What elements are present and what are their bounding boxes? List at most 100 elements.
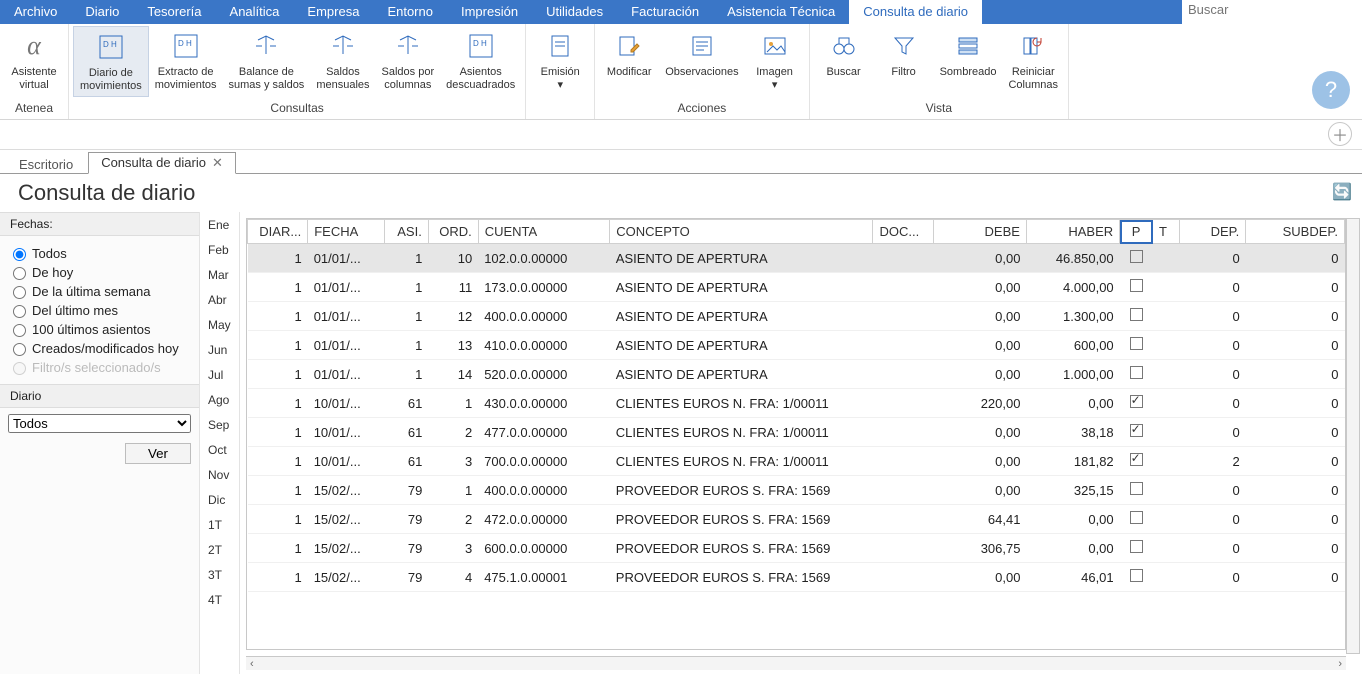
fechas-radio-2[interactable]: De la última semana	[8, 283, 191, 299]
table-row[interactable]: 101/01/...112400.0.0.00000ASIENTO DE APE…	[248, 302, 1345, 331]
scroll-right-arrow-icon[interactable]: ›	[1334, 658, 1346, 670]
checkbox-p[interactable]	[1130, 482, 1143, 495]
ribbon-button-4-3[interactable]: Reiniciar Columnas	[1002, 26, 1064, 95]
menu-item-2[interactable]: Tesorería	[133, 0, 215, 24]
checkbox-p[interactable]	[1130, 395, 1143, 408]
fechas-radio-0[interactable]: Todos	[8, 245, 191, 261]
period-jun[interactable]: Jun	[202, 343, 237, 357]
ribbon-button-4-2[interactable]: Sombreado	[934, 26, 1003, 83]
period-oct[interactable]: Oct	[202, 443, 237, 457]
checkbox-p[interactable]	[1130, 366, 1143, 379]
period-4t[interactable]: 4T	[202, 593, 237, 607]
table-row[interactable]: 110/01/...612477.0.0.00000CLIENTES EUROS…	[248, 418, 1345, 447]
fechas-radio-1[interactable]: De hoy	[8, 264, 191, 280]
checkbox-p[interactable]	[1130, 540, 1143, 553]
data-grid[interactable]: DIAR...FECHAASI.ORD.CUENTACONCEPTODOC...…	[246, 218, 1346, 650]
period-ago[interactable]: Ago	[202, 393, 237, 407]
period-dic[interactable]: Dic	[202, 493, 237, 507]
menu-item-0[interactable]: Archivo	[0, 0, 71, 24]
column-header-3[interactable]: ORD.	[428, 220, 478, 244]
checkbox-p[interactable]	[1130, 337, 1143, 350]
ribbon-button-3-2[interactable]: Imagen ▾	[745, 26, 805, 95]
add-button[interactable]: ＋	[1328, 122, 1352, 146]
ribbon-button-3-1[interactable]: Observaciones	[659, 26, 744, 83]
ribbon-button-4-0[interactable]: Buscar	[814, 26, 874, 83]
table-row[interactable]: 110/01/...611430.0.0.00000CLIENTES EUROS…	[248, 389, 1345, 418]
menu-item-4[interactable]: Empresa	[293, 0, 373, 24]
radio-input[interactable]	[13, 343, 26, 356]
menu-item-1[interactable]: Diario	[71, 0, 133, 24]
period-1t[interactable]: 1T	[202, 518, 237, 532]
checkbox-p[interactable]	[1130, 308, 1143, 321]
help-button[interactable]: ?	[1312, 71, 1350, 109]
radio-input[interactable]	[13, 248, 26, 261]
column-header-0[interactable]: DIAR...	[248, 220, 308, 244]
horizontal-scrollbar[interactable]: ‹ ›	[246, 656, 1346, 670]
period-abr[interactable]: Abr	[202, 293, 237, 307]
radio-input[interactable]	[13, 286, 26, 299]
table-row[interactable]: 101/01/...113410.0.0.00000ASIENTO DE APE…	[248, 331, 1345, 360]
ribbon-button-1-3[interactable]: Saldos mensuales	[310, 26, 375, 95]
table-row[interactable]: 101/01/...114520.0.0.00000ASIENTO DE APE…	[248, 360, 1345, 389]
table-row[interactable]: 110/01/...613700.0.0.00000CLIENTES EUROS…	[248, 447, 1345, 476]
radio-input[interactable]	[13, 305, 26, 318]
vertical-scrollbar[interactable]	[1346, 218, 1360, 654]
ribbon-button-3-0[interactable]: Modificar	[599, 26, 659, 83]
tab-1[interactable]: Consulta de diario✕	[88, 152, 236, 174]
search-input[interactable]	[1186, 1, 1358, 18]
menu-item-6[interactable]: Impresión	[447, 0, 532, 24]
period-3t[interactable]: 3T	[202, 568, 237, 582]
column-header-7[interactable]: DEBE	[933, 220, 1026, 244]
table-row[interactable]: 115/02/...794475.1.0.00001PROVEEDOR EURO…	[248, 563, 1345, 592]
ribbon-button-0-0[interactable]: αAsistente virtual	[4, 26, 64, 95]
refresh-icon[interactable]: 🔄	[1332, 182, 1352, 202]
table-row[interactable]: 115/02/...793600.0.0.00000PROVEEDOR EURO…	[248, 534, 1345, 563]
table-row[interactable]: 115/02/...791400.0.0.00000PROVEEDOR EURO…	[248, 476, 1345, 505]
period-may[interactable]: May	[202, 318, 237, 332]
menu-item-7[interactable]: Utilidades	[532, 0, 617, 24]
fechas-radio-3[interactable]: Del último mes	[8, 302, 191, 318]
period-feb[interactable]: Feb	[202, 243, 237, 257]
checkbox-p[interactable]	[1130, 424, 1143, 437]
menu-item-5[interactable]: Entorno	[373, 0, 447, 24]
column-header-5[interactable]: CONCEPTO	[610, 220, 873, 244]
ver-button[interactable]: Ver	[125, 443, 191, 464]
column-header-4[interactable]: CUENTA	[478, 220, 610, 244]
period-sep[interactable]: Sep	[202, 418, 237, 432]
checkbox-p[interactable]	[1130, 569, 1143, 582]
period-jul[interactable]: Jul	[202, 368, 237, 382]
fechas-radio-4[interactable]: 100 últimos asientos	[8, 321, 191, 337]
period-2t[interactable]: 2T	[202, 543, 237, 557]
period-mar[interactable]: Mar	[202, 268, 237, 282]
fechas-radio-5[interactable]: Creados/modificados hoy	[8, 340, 191, 356]
radio-input[interactable]	[13, 267, 26, 280]
column-header-6[interactable]: DOC...	[873, 220, 933, 244]
checkbox-p[interactable]	[1130, 250, 1143, 263]
column-header-10[interactable]: T	[1153, 220, 1180, 244]
period-nov[interactable]: Nov	[202, 468, 237, 482]
menu-item-9[interactable]: Asistencia Técnica	[713, 0, 849, 24]
radio-input[interactable]	[13, 324, 26, 337]
column-header-12[interactable]: SUBDEP.	[1246, 220, 1345, 244]
ribbon-button-1-2[interactable]: Balance de sumas y saldos	[223, 26, 311, 95]
menu-item-8[interactable]: Facturación	[617, 0, 713, 24]
column-header-2[interactable]: ASI.	[384, 220, 428, 244]
ribbon-button-1-1[interactable]: D HExtracto de movimientos	[149, 26, 223, 95]
column-header-1[interactable]: FECHA	[308, 220, 385, 244]
ribbon-button-4-1[interactable]: Filtro	[874, 26, 934, 83]
period-ene[interactable]: Ene	[202, 218, 237, 232]
close-icon[interactable]: ✕	[212, 155, 223, 170]
ribbon-button-1-5[interactable]: D HAsientos descuadrados	[440, 26, 521, 95]
ribbon-button-1-4[interactable]: Saldos por columnas	[376, 26, 441, 95]
tab-0[interactable]: Escritorio	[6, 154, 86, 174]
menu-item-10[interactable]: Consulta de diario	[849, 0, 982, 24]
table-row[interactable]: 115/02/...792472.0.0.00000PROVEEDOR EURO…	[248, 505, 1345, 534]
checkbox-p[interactable]	[1130, 279, 1143, 292]
scroll-left-arrow-icon[interactable]: ‹	[246, 658, 258, 670]
checkbox-p[interactable]	[1130, 511, 1143, 524]
ribbon-button-2-0[interactable]: Emisión ▾	[530, 26, 590, 95]
column-header-8[interactable]: HABER	[1026, 220, 1119, 244]
table-row[interactable]: 101/01/...111173.0.0.00000ASIENTO DE APE…	[248, 273, 1345, 302]
column-header-11[interactable]: DEP.	[1180, 220, 1246, 244]
diario-select[interactable]: Todos	[8, 414, 191, 433]
